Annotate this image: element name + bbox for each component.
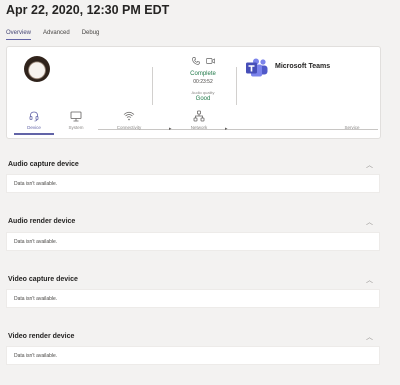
section-title-audio-render: Audio render device xyxy=(8,218,76,225)
app-name: Microsoft Teams xyxy=(275,63,331,70)
network-icon xyxy=(179,109,219,123)
step-label: Service xyxy=(344,125,360,130)
call-status: Complete 00:23:52 Audio quality Good xyxy=(175,57,231,102)
section-title-audio-capture: Audio capture device xyxy=(8,161,79,168)
step-label: System xyxy=(68,125,84,130)
tab-debug[interactable]: Debug xyxy=(82,30,100,40)
audio-quality-label: Audio quality xyxy=(191,90,215,95)
chevron-up-icon[interactable]: ︿ xyxy=(366,217,373,227)
tab-advanced[interactable]: Advanced xyxy=(43,30,70,40)
step-device[interactable]: Device xyxy=(14,109,54,135)
section-message: Data isn't available. xyxy=(14,181,58,187)
section-message: Data isn't available. xyxy=(14,353,58,359)
step-system[interactable]: System xyxy=(56,109,96,130)
call-summary-card: Complete 00:23:52 Audio quality Good Mic… xyxy=(6,46,381,139)
call-duration: 00:23:52 xyxy=(193,79,213,85)
tab-overview[interactable]: Overview xyxy=(6,30,32,40)
tab-bar: Overview Advanced Debug xyxy=(6,30,99,40)
step-label: Device xyxy=(27,125,41,130)
chevron-right-icon: ▸ xyxy=(169,126,172,132)
section-panel-video-capture: Data isn't available. xyxy=(6,289,380,308)
section-panel-video-render: Data isn't available. xyxy=(6,346,380,365)
section-title-video-render: Video render device xyxy=(8,333,75,340)
teams-logo-icon xyxy=(245,58,269,78)
avatar xyxy=(24,56,50,82)
video-icon xyxy=(205,57,215,67)
step-label: Connectivity xyxy=(116,125,142,130)
section-panel-audio-render: Data isn't available. xyxy=(6,232,380,251)
chevron-up-icon[interactable]: ︿ xyxy=(366,332,373,342)
diagnostic-steps: Device System Connectivity ▸ Network ▸ S… xyxy=(7,109,382,137)
monitor-icon xyxy=(56,109,96,123)
call-status-text: Complete xyxy=(190,71,216,77)
audio-quality-value: Good xyxy=(195,96,211,102)
chevron-up-icon[interactable]: ︿ xyxy=(366,275,373,285)
section-title-video-capture: Video capture device xyxy=(8,276,78,283)
section-panel-audio-capture: Data isn't available. xyxy=(6,174,380,193)
divider xyxy=(236,67,237,105)
section-message: Data isn't available. xyxy=(14,239,58,245)
wifi-icon xyxy=(109,109,149,123)
chevron-up-icon[interactable]: ︿ xyxy=(366,160,373,170)
page-title: Apr 22, 2020, 12:30 PM EDT xyxy=(6,3,170,17)
chevron-right-icon: ▸ xyxy=(225,126,228,132)
section-message: Data isn't available. xyxy=(14,296,58,302)
step-service[interactable]: Service xyxy=(332,109,372,130)
step-connectivity[interactable]: Connectivity xyxy=(109,109,149,130)
phone-icon xyxy=(191,57,200,67)
step-network[interactable]: Network xyxy=(179,109,219,130)
headset-icon xyxy=(14,109,54,123)
step-label: Network xyxy=(190,125,208,130)
divider xyxy=(152,67,153,105)
